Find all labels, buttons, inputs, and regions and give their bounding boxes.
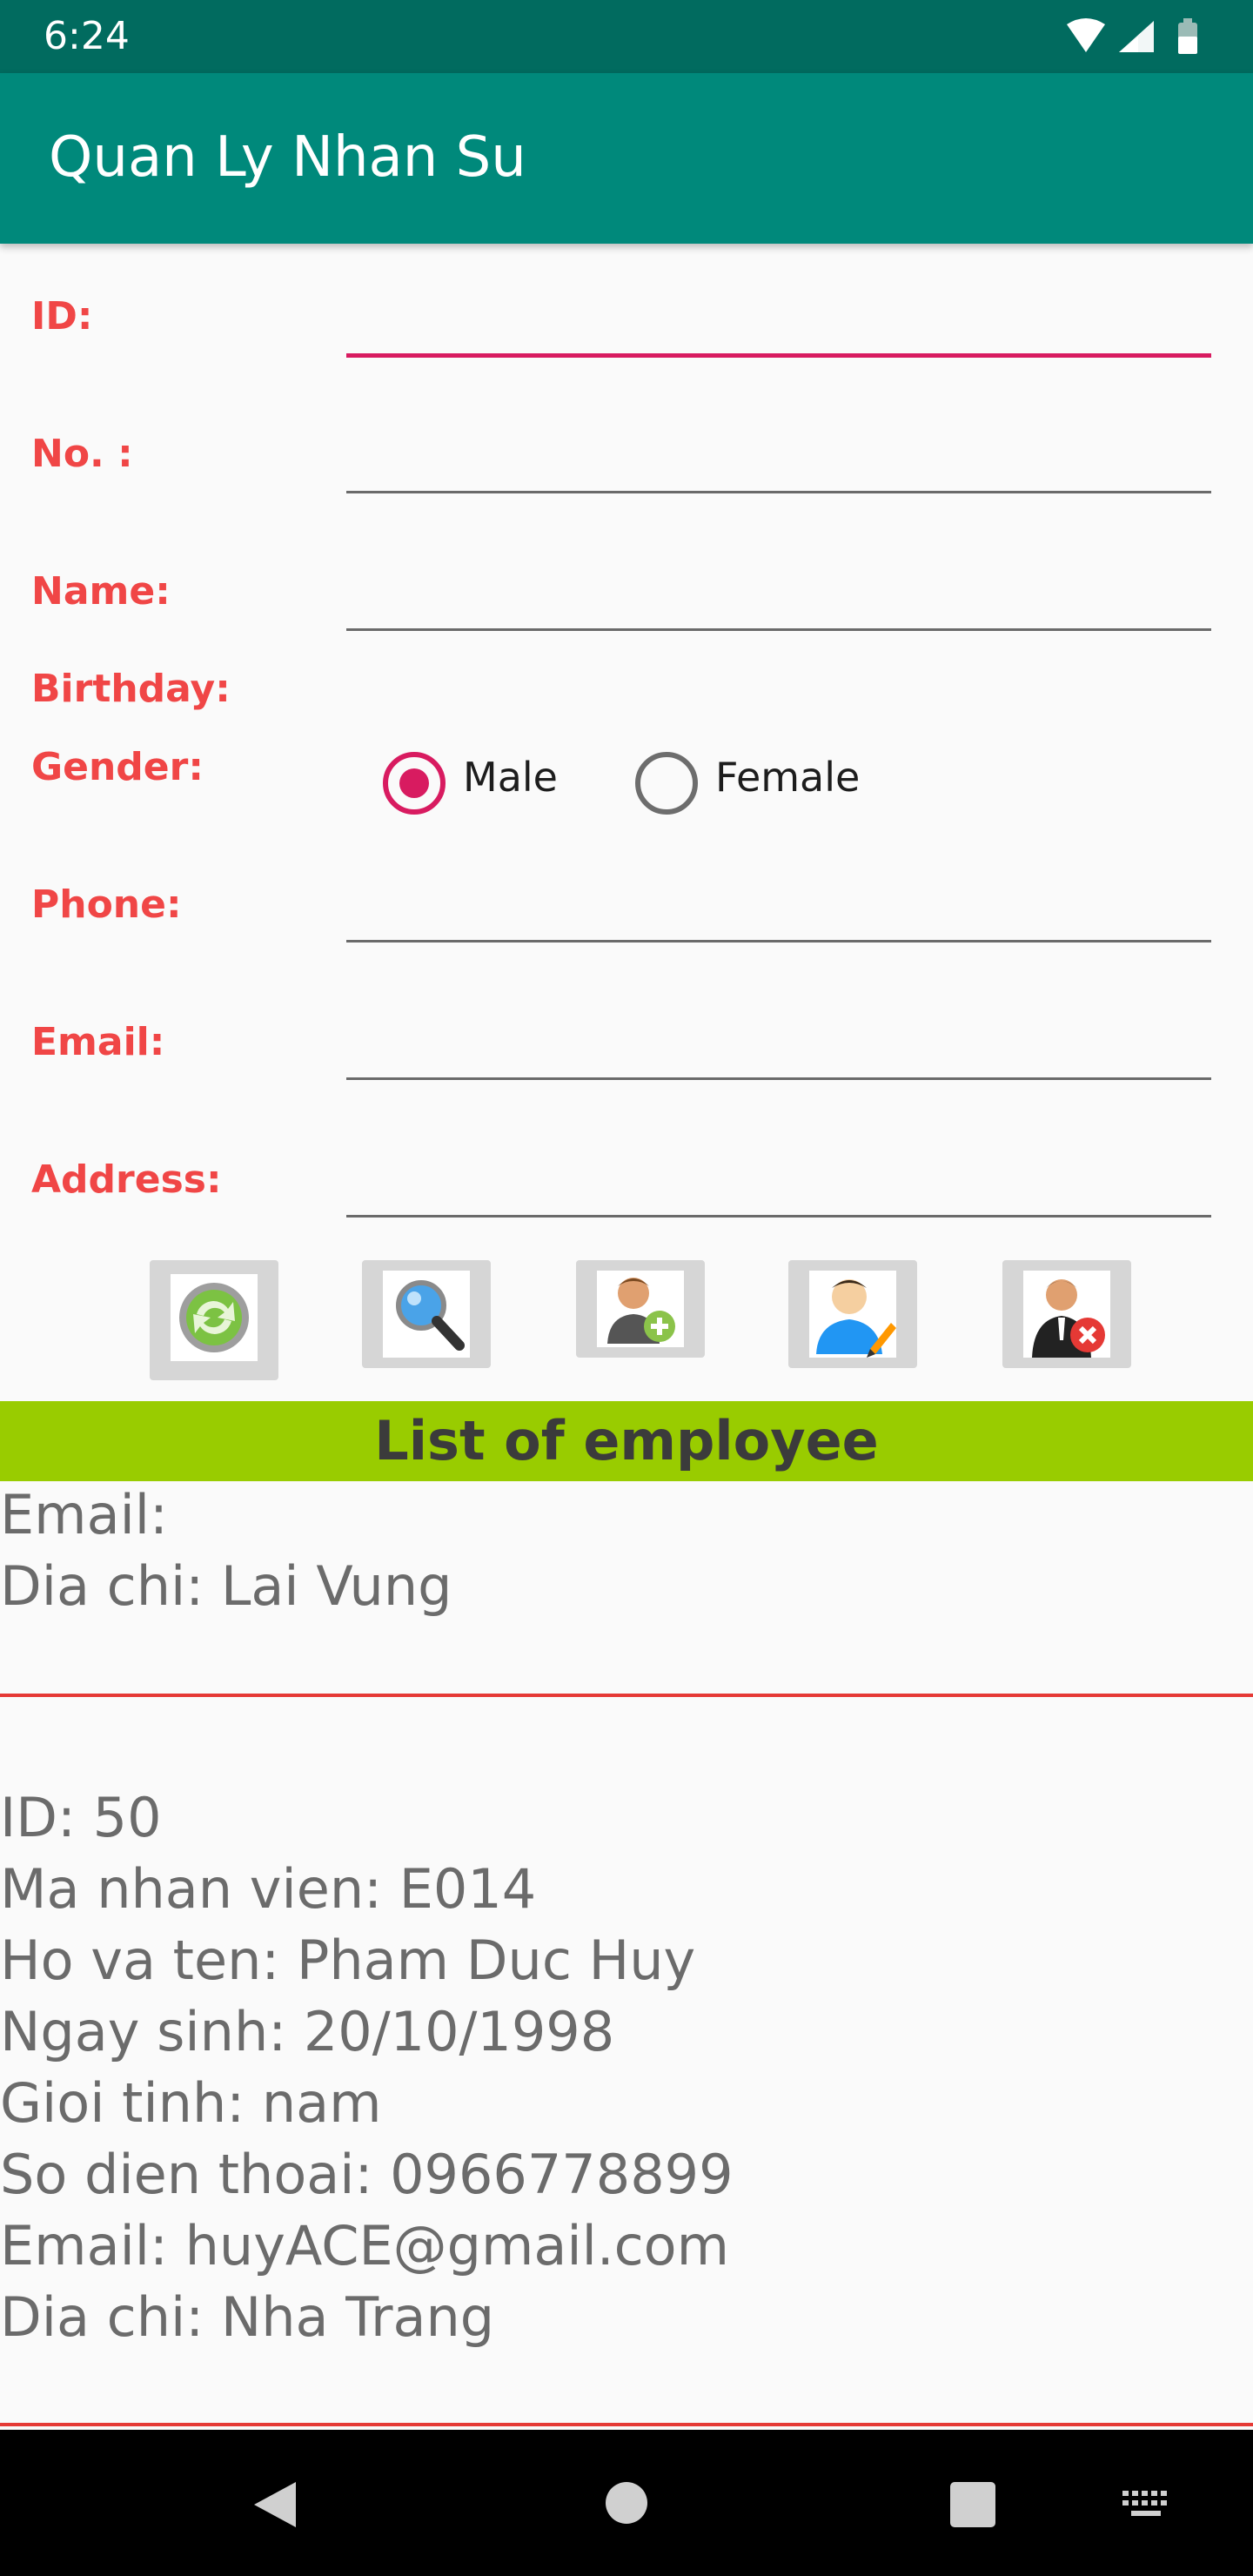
edit-user-icon [809, 1271, 896, 1358]
item-address: Dia chi: Lai Vung [0, 1554, 452, 1618]
item-gender: Gioi tinh: nam [0, 2071, 382, 2135]
female-radio[interactable] [635, 752, 698, 815]
wifi-icon [1067, 18, 1105, 52]
navigation-bar [0, 2430, 1253, 2576]
add-user-button[interactable] [576, 1260, 705, 1358]
recents-icon[interactable] [950, 2482, 995, 2527]
name-input[interactable] [346, 559, 1211, 628]
email-input[interactable] [346, 1010, 1211, 1079]
name-label: Name: [31, 569, 171, 614]
search-button[interactable] [362, 1260, 491, 1368]
delete-user-button[interactable] [1002, 1260, 1131, 1368]
list-header: List of employee [0, 1401, 1253, 1481]
item-name: Ho va ten: Pham Duc Huy [0, 1929, 696, 1992]
address-label: Address: [31, 1157, 222, 1202]
phone-label: Phone: [31, 882, 182, 927]
no-underline [346, 491, 1211, 493]
refresh-icon [171, 1274, 258, 1361]
signal-icon [1119, 21, 1154, 52]
address-underline [346, 1215, 1211, 1218]
male-radio[interactable] [383, 752, 446, 815]
female-radio-label[interactable]: Female [715, 754, 860, 801]
item-birthday: Ngay sinh: 20/10/1998 [0, 2000, 615, 2063]
id-underline [346, 353, 1211, 358]
no-label: No. : [31, 432, 133, 476]
email-underline [346, 1077, 1211, 1080]
battery-icon [1178, 18, 1197, 54]
email-label: Email: [31, 1020, 165, 1064]
phone-underline [346, 940, 1211, 943]
male-radio-label[interactable]: Male [463, 754, 558, 801]
item-phone: So dien thoai: 0966778899 [0, 2143, 734, 2206]
home-icon[interactable] [604, 2480, 649, 2526]
add-user-icon [597, 1271, 684, 1347]
item-email: Email: huyACE@gmail.com [0, 2214, 729, 2277]
back-icon[interactable] [251, 2479, 299, 2531]
app-title: Quan Ly Nhan Su [49, 125, 526, 190]
list-divider [0, 1694, 1253, 1697]
id-label: ID: [31, 294, 93, 339]
edit-user-button[interactable] [788, 1260, 917, 1368]
name-underline [346, 628, 1211, 631]
id-input[interactable] [346, 284, 1211, 353]
address-input[interactable] [346, 1147, 1211, 1217]
app-bar: Quan Ly Nhan Su [0, 73, 1253, 244]
item-email: Email: [0, 1483, 168, 1546]
list-divider [0, 2423, 1253, 2426]
item-code: Ma nhan vien: E014 [0, 1857, 537, 1921]
status-time: 6:24 [44, 14, 130, 58]
phone-input[interactable] [346, 872, 1211, 942]
item-address: Dia chi: Nha Trang [0, 2285, 495, 2349]
status-icons [1067, 18, 1197, 54]
no-input[interactable] [346, 421, 1211, 491]
item-id: ID: 50 [0, 1786, 162, 1849]
status-bar: 6:24 [0, 0, 1253, 73]
gender-label: Gender: [31, 745, 204, 789]
refresh-button[interactable] [150, 1260, 278, 1380]
search-icon [383, 1271, 470, 1358]
delete-user-icon [1023, 1271, 1110, 1358]
birthday-label: Birthday: [31, 667, 231, 711]
keyboard-icon[interactable] [1121, 2489, 1173, 2520]
